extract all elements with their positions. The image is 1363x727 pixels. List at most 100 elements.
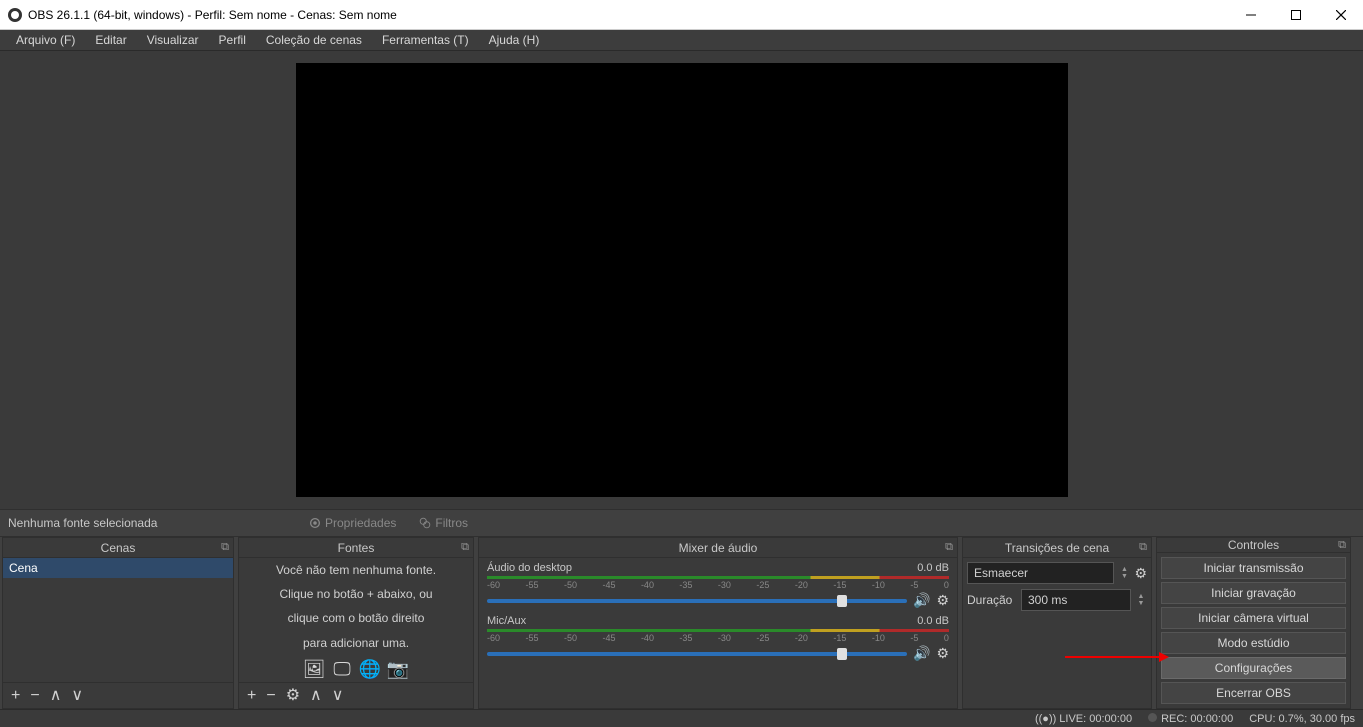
- transitions-popout-icon[interactable]: ⧉: [1139, 541, 1147, 554]
- transitions-body: Esmaecer ▲▼ ⚙ Duração 300 ms ▲▼: [963, 558, 1151, 615]
- menu-colecao[interactable]: Coleção de cenas: [256, 31, 372, 49]
- status-live: ((●))LIVE: 00:00:00: [1035, 713, 1132, 725]
- scene-item[interactable]: Cena: [3, 558, 233, 578]
- controls-header-label: Controles: [1228, 538, 1279, 552]
- remove-source-button[interactable]: −: [266, 688, 275, 704]
- preview-area: [0, 51, 1363, 509]
- mixer-popout-icon[interactable]: ⧉: [945, 541, 953, 554]
- transition-settings-icon[interactable]: ⚙: [1134, 565, 1147, 582]
- broadcast-icon: ((●)): [1035, 713, 1056, 725]
- scenes-footer: + − ∧ ∨: [3, 682, 233, 708]
- scene-up-button[interactable]: ∧: [50, 688, 62, 704]
- sources-empty-line4: para adicionar uma.: [239, 631, 473, 655]
- transitions-header: Transições de cena ⧉: [963, 538, 1151, 558]
- menu-ferramentas[interactable]: Ferramentas (T): [372, 31, 479, 49]
- scene-down-button[interactable]: ∨: [71, 688, 83, 704]
- transitions-header-label: Transições de cena: [1005, 541, 1109, 555]
- properties-button[interactable]: Propriedades: [304, 514, 400, 532]
- sources-header-label: Fontes: [338, 541, 375, 555]
- controls-panel: Controles ⧉ Iniciar transmissão Iniciar …: [1156, 537, 1351, 709]
- rec-dot-icon: [1148, 713, 1157, 722]
- sources-empty-line3: clique com o botão direito: [239, 606, 473, 630]
- menu-arquivo[interactable]: Arquivo (F): [6, 31, 85, 49]
- mixer-header-label: Mixer de áudio: [679, 541, 758, 555]
- close-button[interactable]: [1318, 0, 1363, 30]
- vu-ticks-desktop: -60-55-50-45-40-35-30-25-20-15-10-50: [487, 580, 949, 590]
- mixer-ch1-name: Áudio do desktop: [487, 562, 572, 574]
- remove-scene-button[interactable]: −: [30, 688, 39, 704]
- transition-spinner[interactable]: ▲▼: [1118, 566, 1130, 580]
- menu-perfil[interactable]: Perfil: [209, 31, 256, 49]
- add-source-button[interactable]: +: [247, 688, 256, 704]
- mixer-channel-desktop: Áudio do desktop 0.0 dB -60-55-50-45-40-…: [487, 562, 949, 609]
- titlebar: OBS 26.1.1 (64-bit, windows) - Perfil: S…: [0, 0, 1363, 30]
- obs-logo-icon: [8, 8, 22, 22]
- sources-panel: Fontes ⧉ Você não tem nenhuma fonte. Cli…: [238, 537, 474, 709]
- mixer-ch2-db: 0.0 dB: [917, 615, 949, 627]
- duration-input[interactable]: 300 ms: [1021, 589, 1131, 611]
- sources-footer: + − ⚙ ∧ ∨: [239, 682, 473, 708]
- scenes-popout-icon[interactable]: ⧉: [221, 541, 229, 554]
- start-virtual-cam-button[interactable]: Iniciar câmera virtual: [1161, 607, 1346, 629]
- duration-value: 300 ms: [1028, 593, 1067, 607]
- source-down-button[interactable]: ∨: [332, 688, 344, 704]
- mixer-ch2-name: Mic/Aux: [487, 615, 526, 627]
- menu-editar[interactable]: Editar: [85, 31, 136, 49]
- mixer-panel: Mixer de áudio ⧉ Áudio do desktop 0.0 dB…: [478, 537, 958, 709]
- menu-ajuda[interactable]: Ajuda (H): [479, 31, 550, 49]
- slider-thumb[interactable]: [837, 648, 847, 660]
- volume-slider-mic[interactable]: [487, 652, 907, 656]
- channel-settings-icon[interactable]: ⚙: [936, 592, 949, 609]
- gear-icon: [308, 516, 322, 530]
- duration-spinner[interactable]: ▲▼: [1135, 593, 1147, 607]
- preview-canvas[interactable]: [296, 63, 1068, 497]
- mixer-header: Mixer de áudio ⧉: [479, 538, 957, 558]
- sources-empty-line1: Você não tem nenhuma fonte.: [239, 558, 473, 582]
- camera-source-icon: 📷: [387, 659, 409, 681]
- source-up-button[interactable]: ∧: [310, 688, 322, 704]
- source-type-icons: 🖼 🖵 🌐 📷: [239, 655, 473, 681]
- channel-settings-icon[interactable]: ⚙: [936, 645, 949, 662]
- settings-button[interactable]: Configurações: [1161, 657, 1346, 679]
- menu-visualizar[interactable]: Visualizar: [137, 31, 209, 49]
- speaker-icon[interactable]: 🔊: [913, 645, 930, 662]
- scenes-list[interactable]: Cena: [3, 558, 233, 682]
- sources-body[interactable]: Você não tem nenhuma fonte. Clique no bo…: [239, 558, 473, 682]
- studio-mode-button[interactable]: Modo estúdio: [1161, 632, 1346, 654]
- display-source-icon: 🖵: [331, 659, 353, 681]
- filters-button[interactable]: Filtros: [414, 514, 472, 532]
- filters-icon: [418, 516, 432, 530]
- start-recording-button[interactable]: Iniciar gravação: [1161, 582, 1346, 604]
- volume-slider-desktop[interactable]: [487, 599, 907, 603]
- mixer-body: Áudio do desktop 0.0 dB -60-55-50-45-40-…: [479, 558, 957, 708]
- menubar: Arquivo (F) Editar Visualizar Perfil Col…: [0, 30, 1363, 51]
- mixer-channel-mic: Mic/Aux 0.0 dB -60-55-50-45-40-35-30-25-…: [487, 615, 949, 662]
- slider-thumb[interactable]: [837, 595, 847, 607]
- minimize-button[interactable]: [1228, 0, 1273, 30]
- source-settings-button[interactable]: ⚙: [286, 688, 300, 704]
- controls-popout-icon[interactable]: ⧉: [1338, 539, 1346, 552]
- globe-source-icon: 🌐: [359, 659, 381, 681]
- transitions-panel: Transições de cena ⧉ Esmaecer ▲▼ ⚙ Duraç…: [962, 537, 1152, 709]
- speaker-icon[interactable]: 🔊: [913, 592, 930, 609]
- sources-empty-line2: Clique no botão + abaixo, ou: [239, 582, 473, 606]
- scenes-header-label: Cenas: [101, 541, 136, 555]
- bottom-panels: Cenas ⧉ Cena + − ∧ ∨ Fontes ⧉ Você não t…: [0, 537, 1363, 709]
- maximize-button[interactable]: [1273, 0, 1318, 30]
- maximize-icon: [1291, 10, 1301, 20]
- transition-select[interactable]: Esmaecer: [967, 562, 1114, 584]
- start-streaming-button[interactable]: Iniciar transmissão: [1161, 557, 1346, 579]
- sources-popout-icon[interactable]: ⧉: [461, 541, 469, 554]
- add-scene-button[interactable]: +: [11, 688, 20, 704]
- scenes-header: Cenas ⧉: [3, 538, 233, 558]
- info-row: Nenhuma fonte selecionada Propriedades F…: [0, 509, 1363, 537]
- filters-label: Filtros: [435, 516, 468, 530]
- window-title: OBS 26.1.1 (64-bit, windows) - Perfil: S…: [28, 8, 1228, 22]
- exit-button[interactable]: Encerrar OBS: [1161, 682, 1346, 704]
- controls-header: Controles ⧉: [1157, 538, 1350, 553]
- properties-label: Propriedades: [325, 516, 396, 530]
- statusbar: ((●))LIVE: 00:00:00 REC: 00:00:00 CPU: 0…: [0, 709, 1363, 727]
- image-source-icon: 🖼: [303, 659, 325, 681]
- status-rec: REC: 00:00:00: [1148, 713, 1233, 725]
- vu-meter-desktop: [487, 576, 949, 579]
